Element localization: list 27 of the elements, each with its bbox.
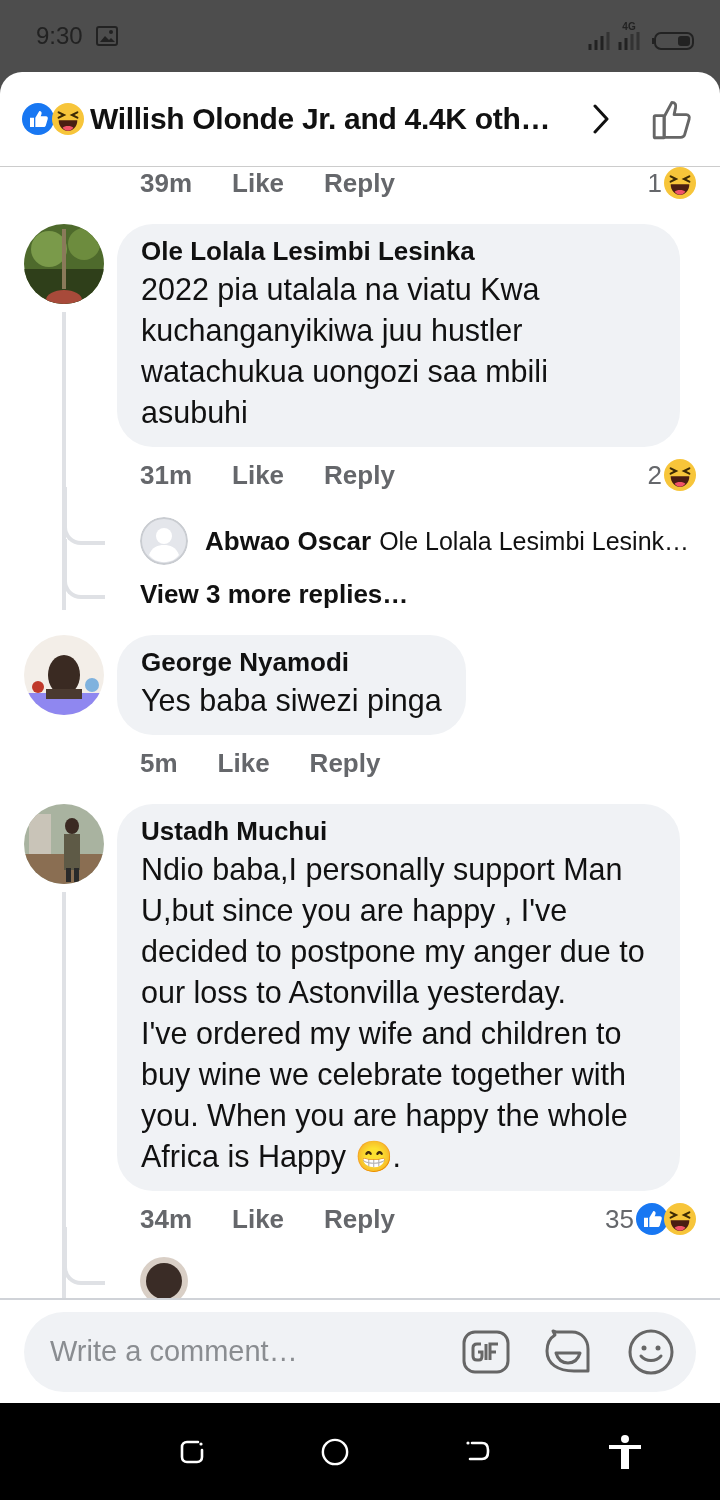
reply-author[interactable]: Abwao Oscar: [205, 525, 372, 556]
reply-link[interactable]: Reply: [324, 1203, 395, 1235]
view-more-replies-link[interactable]: View 3 more replies…: [140, 579, 409, 609]
reaction-count: 35: [605, 1203, 634, 1235]
reply-snippet: Ole Lolala Lesimbi Lesink…: [379, 526, 690, 555]
like-link[interactable]: Like: [232, 1203, 285, 1235]
comment-time: 39m: [140, 167, 193, 199]
comment-text: Ndio baba,I personally support Man U,but since you are happy , I've decided to postpone my anger due to our loss to Astonvilla yesterday. I've ordered my wife and children to buy wine we celebrate together with you. When you are happy the whole Africa is Happy 😁.: [141, 851, 646, 1176]
author-name[interactable]: Ole Lolala Lesimbi Lesinka: [141, 236, 656, 267]
like-link[interactable]: Like: [232, 459, 285, 491]
like-link[interactable]: Like: [217, 747, 270, 779]
reactions-summary[interactable]: Willish Olonde Jr. and 4.4K oth…: [90, 102, 551, 136]
comment-time: 31m: [140, 459, 193, 491]
reaction-count: 2: [647, 459, 662, 491]
comment-input[interactable]: Write a comment…: [48, 1334, 462, 1369]
author-name[interactable]: George Nyamodi: [141, 647, 442, 678]
reaction-count: 1: [647, 167, 662, 199]
author-name[interactable]: Ustadh Muchui: [141, 816, 656, 847]
reply-link[interactable]: Reply: [324, 167, 395, 199]
reply-link[interactable]: Reply: [309, 747, 381, 779]
comment-text: 2022 pia utalala na viatu Kwa kuchanganyikiwa juu hustler watachukua uongozi saa mbili asubuhi: [141, 271, 549, 431]
like-link[interactable]: Like: [232, 167, 285, 199]
comment-time: 34m: [140, 1203, 193, 1235]
comment-text: Yes baba siwezi pinga: [141, 682, 442, 720]
comment-field[interactable]: Write a comment…: [24, 1311, 696, 1392]
comment-time: 5m: [140, 747, 178, 779]
reply-link[interactable]: Reply: [324, 459, 395, 491]
